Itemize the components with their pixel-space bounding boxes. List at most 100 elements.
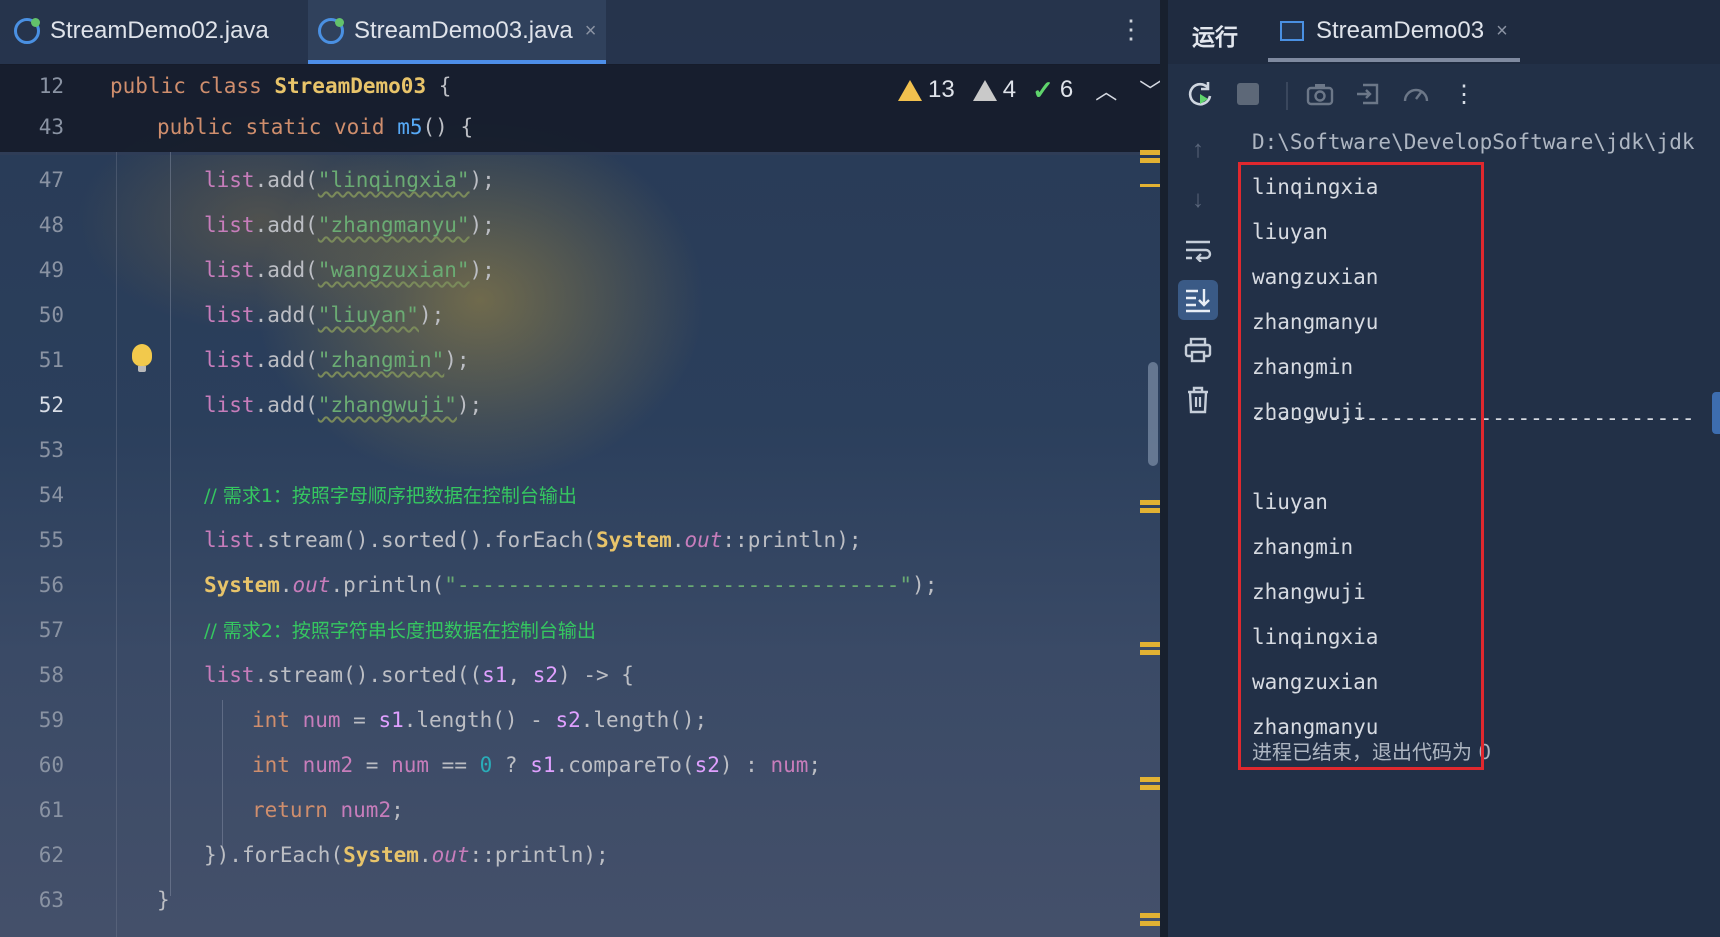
line-number[interactable]: 56: [0, 563, 64, 608]
tab-streamdemo03[interactable]: StreamDemo03.java ×: [308, 0, 607, 64]
more-tabs-icon[interactable]: ⋮: [1118, 16, 1144, 42]
code-text: }).forEach(System.out::println);: [204, 833, 609, 878]
line-number[interactable]: 53: [0, 428, 64, 473]
error-stripe-marker[interactable]: [1140, 642, 1160, 647]
code-line[interactable]: 55 list.stream().sorted().forEach(System.…: [0, 518, 1160, 563]
line-number[interactable]: 55: [0, 518, 64, 563]
console-side-toolbar: ↑ ↓: [1168, 130, 1228, 430]
code-line[interactable]: 52 list.add("zhangwuji");: [0, 383, 1160, 428]
code-line[interactable]: 63}: [0, 878, 1160, 923]
warning-icon: [898, 79, 922, 101]
token: "zhangwuji": [317, 393, 457, 417]
token: .add(: [254, 348, 318, 372]
error-stripe-marker[interactable]: [1140, 921, 1160, 926]
arrow-down-icon[interactable]: ↓: [1178, 180, 1218, 220]
token: s2: [555, 708, 581, 732]
error-stripe-marker[interactable]: [1140, 158, 1160, 163]
right-edge-handle[interactable]: [1712, 392, 1720, 434]
line-number[interactable]: 50: [0, 293, 64, 338]
scroll-to-end-icon[interactable]: [1178, 280, 1218, 320]
rerun-icon[interactable]: [1184, 78, 1216, 110]
exit-icon[interactable]: [1352, 78, 1384, 110]
code-text: list.stream().sorted((s1, s2) -> {: [204, 653, 634, 698]
soft-wrap-icon[interactable]: [1178, 230, 1218, 270]
code-line[interactable]: 48 list.add("zhangmanyu");: [0, 203, 1160, 248]
code-editor[interactable]: StreamDemo02.java StreamDemo03.java × ⋮ …: [0, 0, 1160, 937]
chevron-down-icon[interactable]: ﹀: [1139, 74, 1160, 106]
line-number[interactable]: 62: [0, 833, 64, 878]
close-icon[interactable]: ×: [1496, 20, 1508, 43]
code-line[interactable]: 61 return num2;: [0, 788, 1160, 833]
error-stripe-marker[interactable]: [1140, 650, 1160, 655]
line-number[interactable]: 58: [0, 653, 64, 698]
token: System: [343, 843, 419, 867]
line-number[interactable]: 60: [0, 743, 64, 788]
code-line[interactable]: 53: [0, 428, 1160, 473]
error-stripe-marker[interactable]: [1140, 184, 1160, 187]
line-number[interactable]: 12: [0, 64, 64, 109]
line-number[interactable]: 43: [0, 105, 64, 150]
tab-label: StreamDemo02.java: [50, 17, 269, 44]
error-stripe-marker[interactable]: [1140, 508, 1160, 513]
token: .: [671, 528, 685, 552]
code-line[interactable]: 60 int num2 = num == 0 ? s1.compareTo(s2)…: [0, 743, 1160, 788]
token: .add(: [254, 213, 318, 237]
tab-streamdemo02[interactable]: StreamDemo02.java: [14, 0, 269, 62]
code-line[interactable]: 49 list.add("wangzuxian");: [0, 248, 1160, 293]
trash-icon[interactable]: [1178, 380, 1218, 420]
line-number[interactable]: 61: [0, 788, 64, 833]
line-number[interactable]: 49: [0, 248, 64, 293]
print-icon[interactable]: [1178, 330, 1218, 370]
token: num: [391, 753, 430, 777]
code-line[interactable]: 50 list.add("liuyan");: [0, 293, 1160, 338]
code-text: list.add("zhangwuji");: [204, 383, 482, 428]
error-stripe-marker[interactable]: [1140, 150, 1160, 155]
error-stripe-marker[interactable]: [1140, 913, 1160, 918]
line-number[interactable]: 52: [0, 383, 64, 428]
code-line[interactable]: 58 list.stream().sorted((s1, s2) -> {: [0, 653, 1160, 698]
inspection-widget[interactable]: 13 4 ✓ 6 ︿ ﹀: [898, 72, 1160, 108]
editor-scrollbar[interactable]: [1148, 362, 1158, 466]
lightbulb-icon[interactable]: [132, 344, 152, 372]
warning-count: 13: [928, 76, 955, 103]
error-stripe-marker[interactable]: [1140, 500, 1160, 505]
line-number[interactable]: 51: [0, 338, 64, 383]
profiler-icon[interactable]: [1400, 78, 1432, 110]
run-title: 运行: [1192, 25, 1238, 51]
highlight-annotation-box: [1238, 162, 1484, 770]
token: list: [204, 168, 255, 192]
token: "zhangmanyu": [317, 213, 470, 237]
code-text: list.stream().sorted().forEach(System.ou…: [204, 518, 861, 563]
line-number[interactable]: 57: [0, 608, 64, 653]
code-line[interactable]: 59 int num = s1.length() - s2.length();: [0, 698, 1160, 743]
arrow-up-icon[interactable]: ↑: [1178, 130, 1218, 170]
code-line[interactable]: 62 }).forEach(System.out::println);: [0, 833, 1160, 878]
more-options-icon[interactable]: ⋮: [1448, 78, 1480, 110]
chevron-up-icon[interactable]: ︿: [1095, 74, 1117, 106]
token: }: [157, 888, 170, 912]
code-text: int num2 = num == 0 ? s1.compareTo(s2) :…: [252, 743, 821, 788]
code-line[interactable]: 43 public static void m5() {: [0, 105, 1160, 150]
run-config-tab[interactable]: StreamDemo03 ×: [1268, 0, 1520, 62]
line-number[interactable]: 63: [0, 878, 64, 923]
code-line[interactable]: 56 System.out.println("------------------…: [0, 563, 1160, 608]
token: list: [204, 393, 255, 417]
code-line[interactable]: 57 // 需求2：按照字符串长度把数据在控制台输出: [0, 608, 1160, 653]
line-number[interactable]: 48: [0, 203, 64, 248]
error-stripe-marker[interactable]: [1140, 785, 1160, 790]
line-number[interactable]: 54: [0, 473, 64, 518]
error-stripe-marker[interactable]: [1140, 777, 1160, 782]
token: return: [252, 798, 341, 822]
code-line[interactable]: 54 // 需求1：按照字母顺序把数据在控制台输出: [0, 473, 1160, 518]
token: );: [456, 393, 483, 417]
code-line[interactable]: 47 list.add("linqingxia");: [0, 158, 1160, 203]
code-line[interactable]: 51 list.add("zhangmin");: [0, 338, 1160, 383]
camera-icon[interactable]: [1304, 78, 1336, 110]
line-number[interactable]: 59: [0, 698, 64, 743]
stop-icon[interactable]: [1232, 78, 1264, 110]
line-number[interactable]: 47: [0, 158, 64, 203]
close-icon[interactable]: ×: [585, 20, 597, 43]
panel-splitter[interactable]: [1160, 0, 1168, 937]
run-tab-label: StreamDemo03: [1316, 17, 1485, 44]
token: ;: [808, 753, 822, 777]
